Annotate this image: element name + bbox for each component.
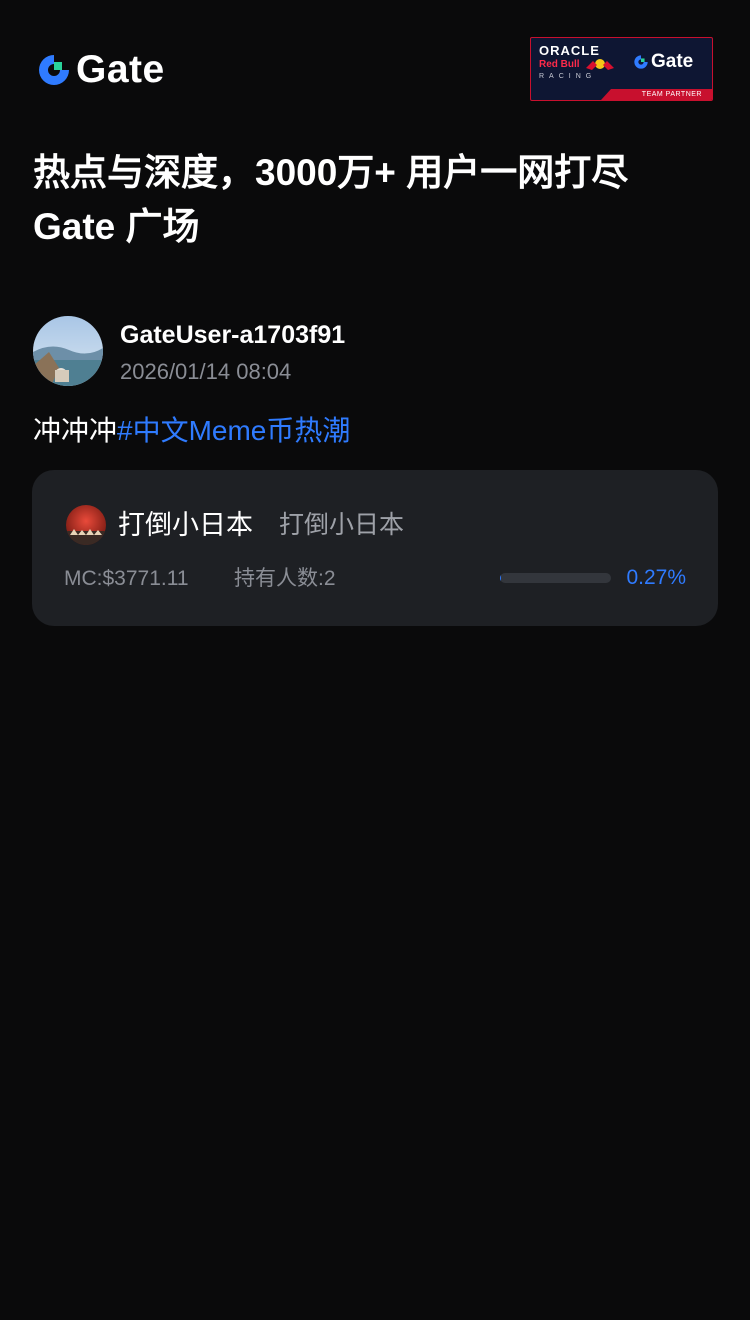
post-body: 冲冲冲 (33, 415, 118, 446)
user-avatar[interactable] (33, 316, 103, 386)
headline-line-2: Gate 广场 (33, 206, 200, 247)
team-partner-badge: ORACLE Red Bull RACING Gate TEAM PARTNER (530, 37, 713, 101)
token-name: 打倒小日本 (118, 510, 253, 540)
progress-percent: 0.27% (626, 566, 686, 589)
page-headline: 热点与深度，3000万+ 用户一网打尽 Gate 广场 (33, 146, 723, 254)
token-full-name: 打倒小日本 (279, 511, 405, 539)
token-avatar (66, 505, 106, 545)
avatar-image (33, 316, 103, 386)
progress-bar (500, 573, 611, 583)
page: Gate ORACLE Red Bull RACING Gate TEAM PA… (0, 0, 750, 1320)
gate-logo-icon (39, 55, 69, 85)
headline-line-1: 热点与深度，3000万+ 用户一网打尽 (33, 152, 629, 193)
bull-icon (586, 59, 614, 70)
racing-text: RACING (539, 73, 597, 80)
holders-count: 持有人数:2 (234, 567, 336, 590)
token-avatar-image (66, 505, 106, 545)
logo-text: Gate (76, 48, 165, 91)
username[interactable]: GateUser-a1703f91 (120, 318, 345, 352)
partner-gate-text: Gate (651, 51, 694, 72)
partner-gate-logo: Gate (633, 52, 693, 72)
post-timestamp: 2026/01/14 08:04 (120, 359, 292, 384)
partner-gate-icon (634, 55, 648, 69)
market-cap: MC:$3771.11 (64, 567, 189, 590)
header: Gate ORACLE Red Bull RACING Gate TEAM PA… (0, 0, 750, 120)
post-text: 冲冲冲#中文Meme币热潮 (33, 410, 350, 452)
token-card[interactable]: 打倒小日本 打倒小日本 MC:$3771.11 持有人数:2 0.27% (32, 470, 718, 626)
team-partner-text: TEAM PARTNER (641, 91, 702, 98)
gate-logo[interactable]: Gate (36, 50, 165, 90)
hashtag-link[interactable]: #中文Meme币热潮 (117, 415, 350, 446)
